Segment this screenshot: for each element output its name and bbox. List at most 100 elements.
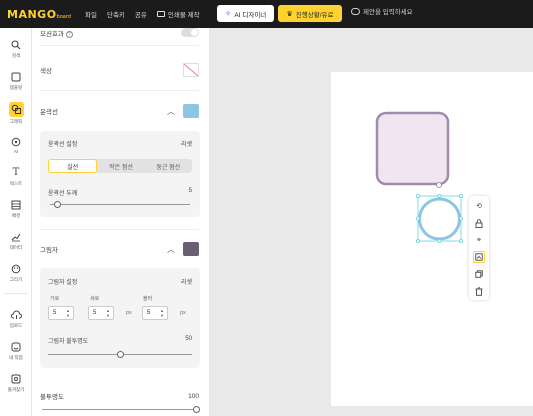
menu-print-label: 인쇄물 제작	[167, 12, 200, 19]
transparency-value: 100	[188, 392, 199, 400]
outline-settings-label: 윤곽선 설정	[48, 142, 78, 148]
resize-handle[interactable]	[437, 238, 442, 243]
ai-designer-label: AI 디자이너	[234, 11, 267, 19]
divider	[40, 45, 199, 46]
shadow-settings-label: 그림자 설정	[48, 280, 78, 286]
menu-shortcuts[interactable]: 단축키	[107, 9, 125, 19]
outline-thickness-label: 윤곽선 두께	[48, 191, 78, 197]
sidebar-item-background[interactable]: 배경	[0, 194, 32, 224]
resize-handle[interactable]	[415, 238, 420, 243]
help-icon[interactable]: ?	[65, 30, 73, 38]
sidebar-label: 템플릿	[9, 84, 23, 90]
chevron-up-icon[interactable]: ︿	[167, 106, 175, 117]
divider	[40, 90, 199, 91]
stepper-icon[interactable]: ▲ ▼	[66, 308, 70, 318]
ai-designer-button[interactable]: ✧ AI 디자이너	[217, 5, 274, 22]
resize-handle[interactable]	[458, 193, 463, 198]
stepper-icon[interactable]: ▲ ▼	[160, 308, 164, 318]
copy-icon[interactable]	[473, 268, 485, 280]
rounded-square-shape[interactable]	[375, 111, 450, 186]
comment-placeholder: 제안을 입력하세요	[363, 9, 413, 16]
sidebar-label: 그리기	[9, 276, 23, 282]
outline-thickness-slider[interactable]	[50, 204, 190, 205]
shadow-y-unit: px	[126, 310, 132, 316]
outline-style-round-dotted[interactable]: 둥근 점선	[145, 159, 192, 173]
ai-icon	[11, 136, 22, 147]
sidebar-item-data[interactable]: 데이터	[0, 226, 32, 256]
rotate-icon[interactable]: ⟲	[473, 200, 485, 212]
resize-handle[interactable]	[458, 238, 463, 243]
shadow-color-swatch[interactable]	[183, 242, 199, 256]
layer-icon[interactable]	[473, 251, 485, 263]
sidebar-item-ai[interactable]: AI	[0, 130, 32, 160]
shadow-title: 그림자	[40, 247, 58, 254]
shadow-blur-unit: px	[180, 310, 186, 316]
my-work-icon	[11, 342, 22, 353]
outline-style-selector: 실선 작은 점선 둥근 점선	[48, 159, 192, 173]
outline-thickness-knob[interactable]	[53, 201, 61, 208]
logo[interactable]: MANGOboard	[7, 8, 71, 21]
upload-icon	[10, 310, 22, 321]
outline-settings-box: 윤곽선 설정 리셋 실선 작은 점선 둥근 점선 윤곽선 두께 5	[40, 131, 200, 217]
sidebar-label: 텍스트	[9, 180, 23, 186]
circle-shape[interactable]	[418, 197, 461, 241]
motion-row: 모션효과 ?	[40, 28, 199, 38]
color-label: 색상	[40, 68, 52, 75]
outline-title: 윤곽선	[40, 109, 58, 116]
shadow-y-input[interactable]: 5 ▲ ▼	[88, 306, 114, 320]
sidebar-item-upload[interactable]: 업로드	[0, 304, 32, 334]
sidebar-item-favorite[interactable]: 즐겨찾기	[0, 368, 32, 398]
shadow-reset-button[interactable]: 리셋	[181, 277, 192, 286]
resize-handle[interactable]	[415, 216, 420, 221]
text-icon: T	[12, 167, 20, 178]
trash-icon[interactable]	[473, 285, 485, 297]
sidebar-label: 즐겨찾기	[7, 386, 25, 392]
outline-color-swatch[interactable]	[183, 104, 199, 118]
shadow-opacity-knob[interactable]	[116, 351, 124, 358]
resize-handle[interactable]	[415, 193, 420, 198]
comment-icon	[351, 7, 360, 15]
transparency-knob[interactable]	[192, 406, 200, 413]
sidebar-item-template[interactable]: 템플릿	[0, 66, 32, 96]
shadow-x-input[interactable]: 5 ▲ ▼	[48, 306, 74, 320]
sidebar-item-text[interactable]: T 텍스트	[0, 162, 32, 192]
outline-header: 윤곽선 ︿	[40, 104, 199, 118]
stepper-icon[interactable]: ▲ ▼	[106, 308, 110, 318]
left-sidebar: 검색 템플릿 그래픽 AI T 텍스트 배경 데이터 그리기 업로드 내 작업 …	[0, 28, 32, 416]
sidebar-item-search[interactable]: 검색	[0, 34, 32, 64]
shadow-blur-input[interactable]: 5 ▲ ▼	[142, 306, 168, 320]
draw-icon	[11, 264, 22, 275]
publish-label: 진행상황/유료	[295, 11, 334, 19]
rotate-handle[interactable]	[436, 182, 442, 188]
outline-style-dotted[interactable]: 작은 점선	[97, 159, 144, 173]
menu-share[interactable]: 공유	[135, 9, 147, 19]
shadow-settings-box: 그림자 설정 리셋 가로 세로 블러 5 ▲ ▼ 5 ▲ ▼ px 5 ▲ ▼ px 그림자…	[40, 268, 200, 368]
resize-handle[interactable]	[437, 193, 442, 198]
motion-toggle[interactable]	[181, 28, 199, 37]
publish-button[interactable]: ♛ 진행상황/유료	[278, 5, 342, 22]
outline-reset-button[interactable]: 리셋	[181, 139, 192, 148]
lock-icon[interactable]	[473, 217, 485, 229]
shadow-header: 그림자 ︿	[40, 242, 199, 256]
sidebar-label: 그래픽	[9, 118, 23, 124]
transparency-label: 불투명도	[40, 394, 64, 401]
unlink-icon[interactable]: ⚭	[473, 234, 485, 246]
resize-handle[interactable]	[458, 216, 463, 221]
sidebar-item-draw[interactable]: 그리기	[0, 258, 32, 288]
template-icon	[11, 72, 22, 83]
chevron-up-icon[interactable]: ︿	[167, 244, 175, 255]
shadow-y-label: 세로	[90, 296, 100, 302]
comment-input[interactable]: 제안을 입력하세요	[351, 6, 413, 16]
graphic-icon	[8, 101, 24, 117]
menu-file[interactable]: 파일	[85, 9, 97, 19]
color-swatch[interactable]	[183, 63, 199, 77]
sidebar-item-graphic[interactable]: 그래픽	[0, 98, 32, 128]
menu-print[interactable]: 인쇄물 제작	[156, 9, 200, 19]
sidebar-item-my-work[interactable]: 내 작업	[0, 336, 32, 366]
search-icon	[11, 40, 22, 51]
motion-label: 모션효과 ?	[40, 28, 73, 38]
outline-style-solid[interactable]: 실선	[48, 159, 98, 173]
sidebar-divider	[4, 293, 28, 294]
transparency-slider[interactable]	[42, 409, 196, 410]
outline-thickness-value: 5	[188, 188, 192, 194]
